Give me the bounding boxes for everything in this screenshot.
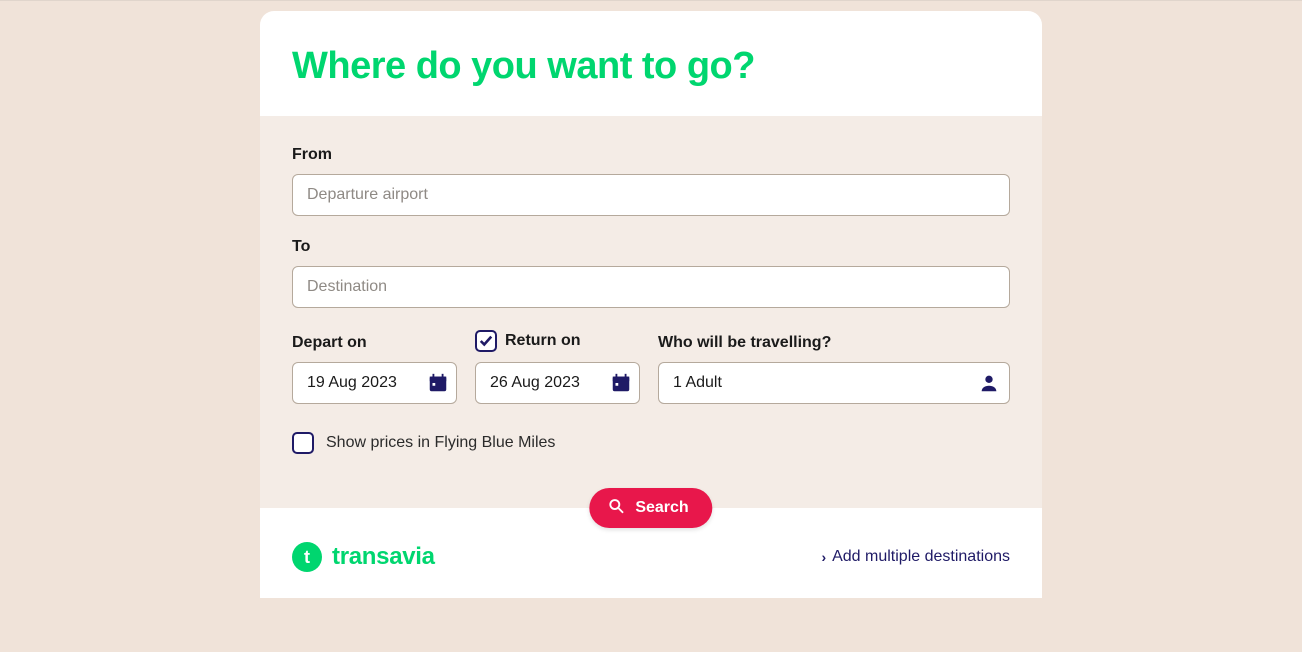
search-button[interactable]: Search: [589, 488, 712, 528]
depart-label: Depart on: [292, 334, 367, 352]
page-title: Where do you want to go?: [292, 45, 1010, 88]
depart-field: Depart on: [292, 334, 457, 404]
return-field: Return on: [475, 330, 640, 404]
return-label: Return on: [505, 332, 581, 350]
search-icon: [607, 497, 625, 520]
search-button-label: Search: [635, 499, 688, 517]
card-footer: Search t transavia › Add multiple destin…: [260, 508, 1042, 598]
add-multiple-destinations-link[interactable]: › Add multiple destinations: [821, 548, 1010, 566]
date-passenger-row: Depart on Return on: [292, 330, 1010, 404]
brand-logo: t transavia: [292, 542, 435, 572]
card-header: Where do you want to go?: [260, 11, 1042, 116]
to-field: To: [292, 238, 1010, 308]
search-card: Where do you want to go? From To Depart …: [260, 11, 1042, 598]
depart-date-input[interactable]: [292, 362, 457, 404]
miles-row: Show prices in Flying Blue Miles: [292, 432, 1010, 454]
brand-mark: t: [292, 542, 322, 572]
miles-checkbox[interactable]: [292, 432, 314, 454]
to-label: To: [292, 238, 1010, 256]
return-date-input[interactable]: [475, 362, 640, 404]
passengers-field: Who will be travelling?: [658, 334, 1010, 404]
card-body: From To Depart on: [260, 116, 1042, 508]
passengers-label: Who will be travelling?: [658, 334, 831, 352]
miles-label[interactable]: Show prices in Flying Blue Miles: [326, 434, 555, 452]
from-field: From: [292, 146, 1010, 216]
brand-name: transavia: [332, 543, 435, 571]
passengers-input[interactable]: [658, 362, 1010, 404]
multi-dest-label: Add multiple destinations: [832, 548, 1010, 566]
from-label: From: [292, 146, 1010, 164]
return-checkbox[interactable]: [475, 330, 497, 352]
to-input[interactable]: [292, 266, 1010, 308]
chevron-right-icon: ›: [821, 549, 826, 565]
from-input[interactable]: [292, 174, 1010, 216]
